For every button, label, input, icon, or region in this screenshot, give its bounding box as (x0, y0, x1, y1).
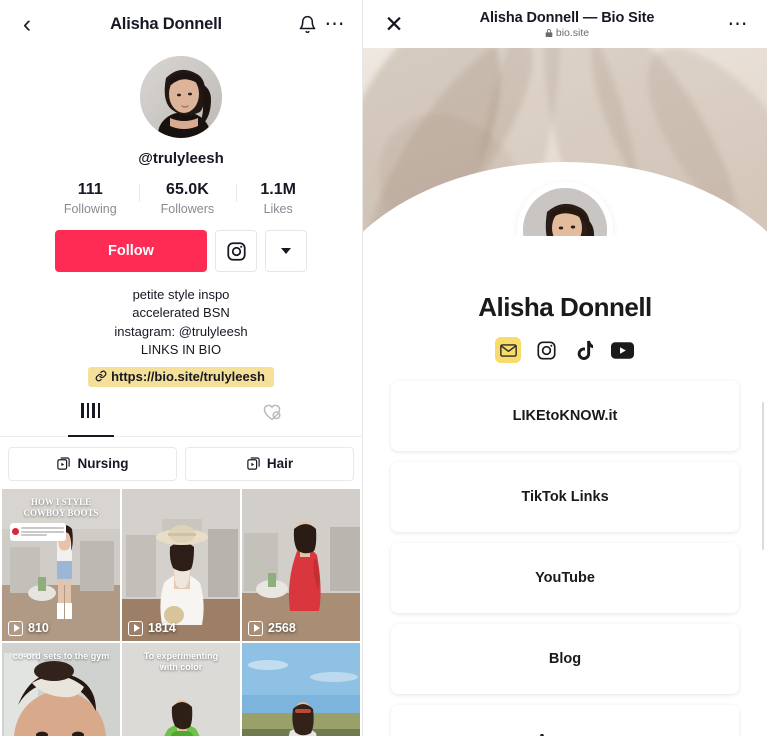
webview-url: bio.site (409, 27, 725, 39)
sticker-lines (21, 526, 64, 538)
tiktok-icon[interactable] (571, 337, 597, 363)
comment-sticker (10, 522, 66, 541)
video-caption: co-ord sets to the gym (12, 650, 110, 661)
video-thumbnail[interactable]: 2568 (242, 488, 360, 641)
bio-line: petite style inspo (132, 287, 230, 302)
view-count: 2568 (268, 621, 296, 636)
playlist-icon (57, 457, 71, 471)
instagram-link-button[interactable] (215, 230, 257, 272)
stat-following[interactable]: 111 Following (42, 181, 139, 216)
tab-videos[interactable] (0, 401, 181, 436)
webview-header: ✕ Alisha Donnell — Bio Site bio.site ⋯ (363, 0, 767, 48)
play-icon (128, 620, 143, 636)
tiktok-profile-panel: ‹ Alisha Donnell ⋯ @trulyleesh 111 Follo… (0, 0, 362, 736)
social-icons-row (363, 337, 767, 363)
video-views: 810 (8, 620, 49, 636)
stat-value: 65.0K (166, 181, 209, 198)
play-icon (248, 620, 263, 636)
scrollbar[interactable] (761, 402, 764, 550)
link-button[interactable]: Blog (391, 624, 739, 694)
stat-value: 1.1M (260, 181, 296, 198)
video-thumbnail[interactable]: co-ord sets to the gym (2, 642, 120, 736)
profile-stats: 111 Following 65.0K Followers 1.1M Likes (0, 181, 362, 216)
link-button[interactable]: LIKEtoKNOW.it (391, 381, 739, 451)
chevron-down-icon (281, 248, 291, 254)
webview-title: Alisha Donnell — Bio Site (479, 9, 655, 26)
lock-icon (545, 28, 553, 37)
video-thumbnail[interactable] (242, 642, 360, 736)
stat-label: Likes (263, 202, 293, 216)
tab-liked[interactable] (181, 401, 362, 436)
stat-likes[interactable]: 1.1M Likes (236, 181, 320, 216)
profile-actions: Follow (0, 230, 362, 272)
video-thumbnail[interactable]: To experimenting with color (122, 642, 240, 736)
profile-bio: petite style inspo accelerated BSN insta… (0, 286, 362, 360)
profile-handle: @trulyleesh (138, 150, 224, 167)
video-thumbnail[interactable]: HOW I STYLE COWBOY BOOTS 810 (2, 488, 120, 641)
follow-button[interactable]: Follow (55, 230, 207, 272)
playlist-label: Nursing (77, 456, 129, 472)
stat-followers[interactable]: 65.0K Followers (138, 181, 237, 216)
youtube-icon[interactable] (609, 337, 635, 363)
more-options-icon[interactable]: ⋯ (725, 14, 751, 34)
bio-link[interactable]: https://bio.site/trulyleesh (88, 366, 274, 387)
video-caption: To experimenting with color (143, 650, 219, 673)
playlist-hair[interactable]: Hair (185, 446, 354, 481)
tiktok-header: ‹ Alisha Donnell ⋯ (0, 0, 362, 48)
avatar-image (523, 188, 607, 236)
playlist-nursing[interactable]: Nursing (8, 446, 177, 481)
page-title: Alisha Donnell (110, 14, 222, 33)
playlist-label: Hair (266, 456, 294, 472)
links-list: LIKEtoKNOW.it TikTok Links YouTube Blog … (363, 363, 767, 736)
bio-line: LINKS IN BIO (140, 342, 222, 358)
video-thumbnail[interactable]: 1814 (122, 488, 240, 641)
grid-videos-icon (81, 402, 100, 418)
link-button[interactable]: Amazon (391, 705, 739, 736)
stat-value: 111 (77, 181, 103, 198)
playlist-icon (247, 457, 260, 471)
bio-site-name: Alisha Donnell (478, 292, 652, 322)
bio-line: instagram: @trulyleesh (114, 323, 248, 339)
avatar-wrap (0, 56, 362, 138)
video-grid: HOW I STYLE COWBOY BOOTS 810 1814 2568 c… (0, 488, 362, 736)
app-root: ‹ Alisha Donnell ⋯ @trulyleesh 111 Follo… (0, 0, 767, 736)
liked-private-icon (263, 404, 281, 421)
play-icon (8, 620, 23, 636)
close-icon[interactable]: ✕ (379, 12, 409, 36)
view-count: 810 (28, 621, 49, 636)
link-button[interactable]: YouTube (391, 543, 739, 613)
stat-label: Followers (160, 202, 215, 216)
email-icon[interactable] (495, 337, 521, 363)
url-text: bio.site (555, 26, 590, 39)
bio-site-webview: ✕ Alisha Donnell — Bio Site bio.site ⋯ A… (362, 0, 767, 736)
bell-icon[interactable] (292, 14, 322, 35)
link-button[interactable]: TikTok Links (391, 462, 739, 532)
video-views: 2568 (248, 620, 296, 636)
more-actions-dropdown[interactable] (265, 230, 307, 272)
link-icon (95, 370, 107, 382)
more-options-icon[interactable]: ⋯ (322, 14, 348, 34)
profile-tabs (0, 401, 362, 437)
sticker-avatar-icon (12, 528, 19, 536)
avatar[interactable] (140, 56, 222, 138)
video-views: 1814 (128, 620, 176, 636)
instagram-icon[interactable] (533, 337, 559, 363)
banner-image (363, 48, 767, 236)
playlist-row: Nursing Hair (0, 437, 362, 489)
stat-label: Following (63, 202, 117, 216)
bio-link-row: https://bio.site/trulyleesh (0, 366, 362, 387)
bio-link-text: https://bio.site/trulyleesh (111, 368, 265, 384)
bio-line: accelerated BSN (132, 305, 230, 321)
view-count: 1814 (148, 621, 176, 636)
back-icon[interactable]: ‹ (14, 11, 40, 37)
video-caption: HOW I STYLE COWBOY BOOTS (23, 496, 99, 519)
webview-titles: Alisha Donnell — Bio Site bio.site (409, 10, 725, 39)
